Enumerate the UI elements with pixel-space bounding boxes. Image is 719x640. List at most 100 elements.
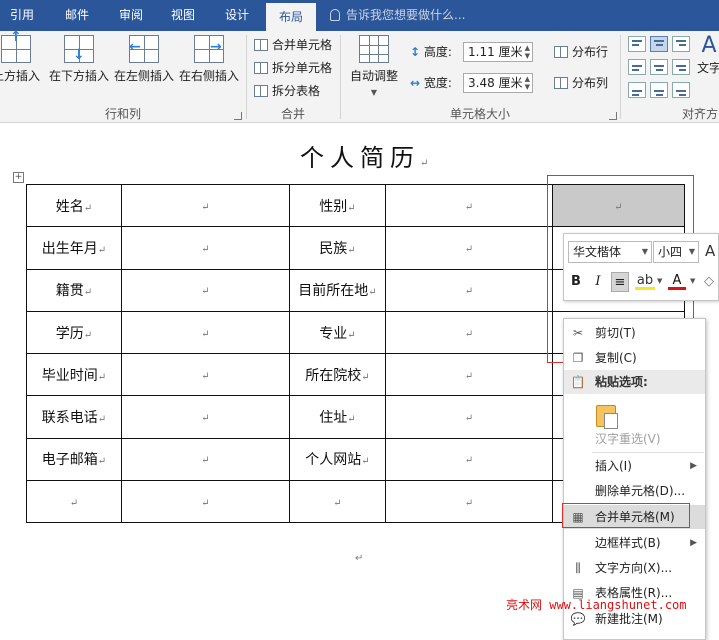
table-cell[interactable]: ↵ <box>385 226 553 270</box>
align-top-center-icon[interactable] <box>650 36 668 52</box>
table-cell[interactable]: ↵ <box>121 480 290 524</box>
spinner-icon[interactable]: ▲ ▼ <box>525 44 530 60</box>
cell-text: 住址 <box>319 410 348 427</box>
font-size-select[interactable]: 小四 ▼ <box>653 241 699 263</box>
group-label-rows-cols: 行和列 <box>104 107 141 121</box>
ribbon: ↑ 上方插入 ↓ 在下方插入 ← 在左侧插入 → 在右侧插入 行和列 合并单元格… <box>0 29 719 123</box>
highlighter-icon[interactable]: ab <box>635 272 655 290</box>
table-cell[interactable]: ↵ <box>385 353 553 397</box>
center-align-icon[interactable]: ≡ <box>611 272 629 292</box>
split-table-icon <box>254 85 268 97</box>
insert-above-button[interactable]: ↑ 上方插入 <box>0 29 44 84</box>
table-cell[interactable]: ↵ <box>121 226 290 270</box>
tab-mailings[interactable]: 邮件 <box>52 0 102 31</box>
table-cell[interactable]: 专业↵ <box>289 310 386 355</box>
table-cell[interactable]: ↵ <box>385 268 553 312</box>
table-cell[interactable]: ↵ <box>26 480 122 524</box>
table-cell[interactable]: 学历↵ <box>26 310 122 355</box>
autofit-dropdown-icon: ▼ <box>370 88 378 97</box>
table-cell[interactable]: 出生年月↵ <box>26 226 122 270</box>
table-cell[interactable]: ↵ <box>121 183 290 228</box>
menu-item-delete-cells[interactable]: 删除单元格(D)... <box>564 479 705 503</box>
tab-review[interactable]: 审阅 <box>106 0 156 31</box>
menu-item-label: 剪切(T) <box>595 326 636 340</box>
menu-item-label: 汉字重选(V) <box>595 432 661 446</box>
insert-left-button[interactable]: ← 在左侧插入 <box>113 35 175 84</box>
align-middle-right-icon[interactable] <box>672 59 690 75</box>
rows-cols-launcher-icon[interactable] <box>234 112 242 120</box>
table-cell[interactable]: 电子邮箱↵ <box>26 437 122 482</box>
table-cell[interactable]: ↵ <box>121 268 290 312</box>
width-input[interactable]: 3.48 厘米 ▲ ▼ <box>463 73 533 93</box>
chevron-down-icon[interactable]: ▼ <box>690 277 695 285</box>
table-cell[interactable]: ↵ <box>121 353 290 397</box>
table-cell[interactable]: 姓名↵ <box>26 183 122 228</box>
height-input[interactable]: 1.11 厘米 ▲ ▼ <box>463 42 533 62</box>
chevron-right-icon: ▶ <box>690 461 697 471</box>
menu-item-copy[interactable]: ❐ 复制(C) <box>564 346 705 370</box>
autofit-button[interactable]: 自动调整 ▼ <box>346 35 402 98</box>
cell-text: 个人网站 <box>305 452 362 469</box>
table-cell[interactable]: 目前所在地↵ <box>289 268 386 312</box>
bold-button[interactable]: B <box>567 272 585 292</box>
table-cell[interactable]: 民族↵ <box>289 226 386 270</box>
paste-keep-text-icon[interactable] <box>596 405 618 429</box>
insert-right-button[interactable]: → 在右侧插入 <box>178 35 240 84</box>
tell-me-box[interactable]: 告诉我您想要做什么... <box>330 0 465 31</box>
table-cell[interactable]: 联系电话↵ <box>26 395 122 439</box>
cell-end-mark: ↵ <box>333 497 342 509</box>
align-middle-center-icon[interactable] <box>650 59 668 75</box>
table-cell[interactable]: ↵ <box>385 310 553 355</box>
table-cell[interactable]: ↵ <box>385 437 553 482</box>
distribute-rows-button[interactable]: 分布行 <box>554 42 608 62</box>
split-cells-button[interactable]: 拆分单元格 <box>254 58 332 78</box>
cell-end-mark: ↵ <box>201 201 210 213</box>
menu-item-cut[interactable]: ✂ 剪切(T) <box>564 321 705 345</box>
align-middle-left-icon[interactable] <box>628 59 646 75</box>
table-cell[interactable]: ↵ <box>385 395 553 439</box>
table-cell[interactable]: ↵ <box>121 437 290 482</box>
align-bottom-left-icon[interactable] <box>628 82 646 98</box>
table-cell[interactable]: 住址↵ <box>289 395 386 439</box>
cell-end-mark: ↵ <box>69 497 79 509</box>
table-cell[interactable]: 性别↵ <box>289 183 386 228</box>
table-cell[interactable]: ↵ <box>121 395 290 439</box>
tab-references[interactable]: 引用 <box>0 0 44 31</box>
tab-design[interactable]: 设计 <box>213 0 261 31</box>
split-table-button[interactable]: 拆分表格 <box>254 81 320 101</box>
table-cell[interactable]: ↵ <box>385 183 553 228</box>
table-cell[interactable]: ↵ <box>385 480 553 524</box>
tab-view[interactable]: 视图 <box>160 0 206 31</box>
table-cell[interactable]: 所在院校↵ <box>289 353 386 397</box>
table-cell[interactable]: ↵ <box>289 480 386 524</box>
align-top-left-icon[interactable] <box>628 36 646 52</box>
height-icon: ↕ <box>410 45 421 59</box>
table-move-handle-icon[interactable]: + <box>13 172 24 183</box>
font-color-button[interactable]: A <box>668 272 686 290</box>
distribute-cols-button[interactable]: 分布列 <box>554 73 608 93</box>
tab-layout[interactable]: 布局 <box>266 3 316 31</box>
table-cell[interactable]: 毕业时间↵ <box>26 353 122 397</box>
font-name-select[interactable]: 华文楷体 ▼ <box>568 241 652 263</box>
align-bottom-right-icon[interactable] <box>672 82 690 98</box>
cell-end-mark: ↵ <box>347 244 356 256</box>
text-direction-button[interactable]: A 文字 <box>694 33 719 76</box>
cell-size-launcher-icon[interactable] <box>609 112 617 120</box>
table-cell[interactable]: 个人网站↵ <box>289 437 386 482</box>
italic-button[interactable]: I <box>589 272 607 292</box>
align-bottom-center-icon[interactable] <box>650 82 668 98</box>
menu-item-text-direction[interactable]: ⫼ 文字方向(X)... <box>564 556 705 580</box>
table-cell[interactable]: 籍贯↵ <box>26 268 122 312</box>
insert-below-button[interactable]: ↓ 在下方插入 <box>48 35 110 84</box>
table-cell[interactable]: ↵ <box>121 310 290 355</box>
spinner-icon[interactable]: ▲ ▼ <box>525 75 530 91</box>
split-cells-icon <box>254 62 268 74</box>
align-top-right-icon[interactable] <box>672 36 690 52</box>
menu-item-insert[interactable]: 插入(I) ▶ <box>564 454 705 478</box>
menu-item-border-styles[interactable]: 边框样式(B) ▶ <box>564 531 705 555</box>
chevron-down-icon[interactable]: ▼ <box>657 277 662 285</box>
shading-icon[interactable]: ◇ <box>700 272 718 292</box>
grow-font-icon[interactable]: A <box>705 242 715 260</box>
cell-end-mark: ↵ <box>201 413 210 425</box>
merge-cells-button[interactable]: 合并单元格 <box>254 35 332 55</box>
